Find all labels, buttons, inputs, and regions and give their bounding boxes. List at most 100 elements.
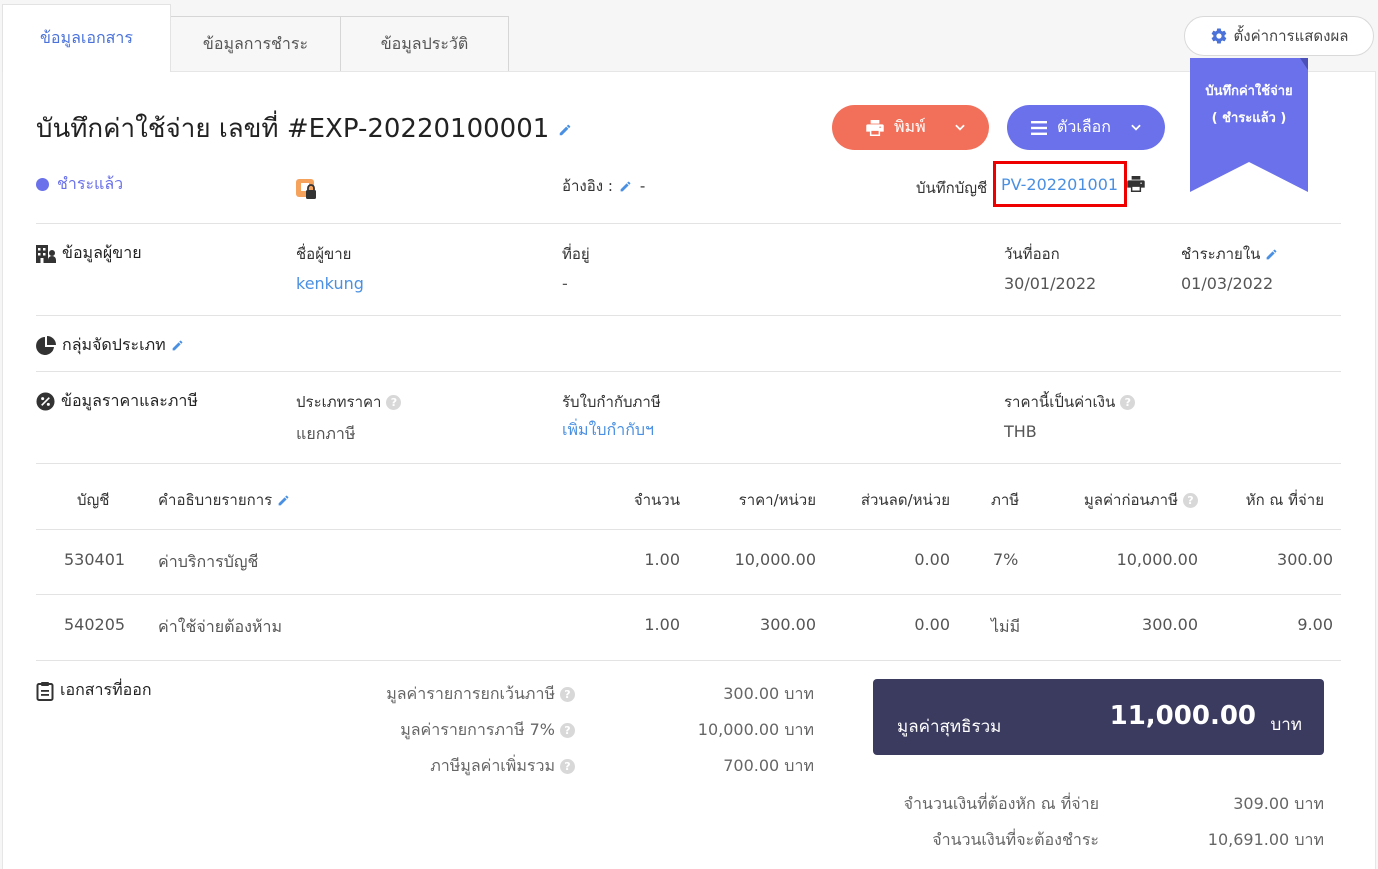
gear-icon — [1211, 28, 1226, 44]
edit-title-icon[interactable] — [558, 123, 572, 137]
col-quantity: จำนวน — [633, 491, 680, 509]
vendor-name-label: ชื่อผู้ขาย — [296, 245, 352, 263]
vendor-name-link[interactable]: kenkung — [296, 274, 364, 293]
edit-description-icon[interactable] — [277, 494, 290, 507]
divider — [36, 315, 1341, 316]
edit-category-icon[interactable] — [171, 339, 184, 352]
due-date-label: ชำระภายใน — [1181, 245, 1261, 263]
row1-unit-price: 10,000.00 — [734, 550, 816, 569]
row2-unit-price: 300.00 — [760, 615, 816, 634]
printer-icon — [866, 119, 884, 136]
tab-document-info[interactable]: ข้อมูลเอกสาร — [2, 4, 171, 72]
taxable-amount-field: มูลค่ารายการภาษี 7% ? — [400, 718, 575, 743]
status-dot-icon — [36, 178, 49, 191]
help-icon[interactable]: ? — [1183, 492, 1198, 508]
clipboard-icon — [36, 681, 54, 701]
taxable-amount-value: 10,000.00 บาท — [697, 720, 814, 739]
col-description: คำอธิบายรายการ — [158, 488, 290, 512]
pricing-section-title: ข้อมูลราคาและภาษี — [36, 389, 198, 414]
net-total-unit: บาท — [1270, 715, 1302, 735]
status-badge: ชำระแล้ว — [36, 172, 123, 197]
edit-reference-icon[interactable] — [619, 180, 632, 193]
print-button[interactable]: พิมพ์ — [832, 105, 989, 150]
reference-value: - — [639, 177, 646, 195]
due-date-field: ชำระภายใน — [1181, 242, 1278, 266]
help-icon[interactable]: ? — [560, 687, 575, 702]
col-pretax: มูลค่าก่อนภาษี ? — [1084, 488, 1198, 512]
col-pretax-label: มูลค่าก่อนภาษี — [1083, 491, 1178, 509]
net-total-box: มูลค่าสุทธิรวม 11,000.00 บาท — [873, 679, 1324, 755]
col-discount: ส่วนลด/หน่วย — [860, 491, 950, 509]
price-type-label: ประเภทราคา — [296, 393, 382, 411]
withholding-total-label: จำนวนเงินที่ต้องหัก ณ ที่จ่าย — [903, 794, 1099, 813]
display-settings-button[interactable]: ตั้งค่าการแสดงผล — [1184, 16, 1374, 56]
reference-field: อ้างอิง : - — [562, 174, 645, 198]
exempt-amount-field: มูลค่ารายการยกเว้นภาษี ? — [386, 682, 575, 707]
row1-quantity: 1.00 — [644, 550, 680, 569]
row2-discount: 0.00 — [914, 615, 950, 634]
divider — [36, 371, 1341, 372]
vat-total-value: 700.00 บาท — [723, 756, 814, 775]
edit-due-date-icon[interactable] — [1265, 248, 1278, 261]
row2-description: ค่าใช้จ่ายต้องห้าม — [158, 617, 282, 636]
issue-date-label: วันที่ออก — [1004, 245, 1060, 263]
divider — [36, 463, 1341, 464]
due-date-value: 01/03/2022 — [1181, 274, 1274, 293]
row1-pretax: 10,000.00 — [1116, 550, 1198, 569]
net-total-label: มูลค่าสุทธิรวม — [897, 717, 1002, 737]
net-total-value: 11,000.00 — [1109, 701, 1256, 731]
page-title: บันทึกค่าใช้จ่าย เลขที่ #EXP-20220100001 — [36, 114, 550, 144]
price-type-value: แยกภาษี — [296, 424, 356, 443]
col-account: บัญชี — [77, 491, 110, 509]
building-icon — [36, 244, 56, 263]
status-ribbon: บันทึกค่าใช้จ่าย ( ชำระแล้ว ) — [1190, 58, 1308, 192]
row2-pretax: 300.00 — [1142, 615, 1198, 634]
row2-tax: ไม่มี — [991, 617, 1021, 636]
category-section-title: กลุ่มจัดประเภท — [36, 333, 190, 358]
menu-icon — [1031, 120, 1047, 135]
tax-invoice-label: รับใบกำกับภาษี — [562, 393, 661, 411]
issued-docs-label: เอกสารที่ออก — [60, 680, 152, 699]
amount-payable-value: 10,691.00 บาท — [1207, 830, 1324, 849]
help-icon[interactable]: ? — [386, 394, 402, 410]
row1-description: ค่าบริการบัญชี — [158, 552, 259, 571]
col-tax: ภาษี — [991, 491, 1020, 509]
chevron-down-icon — [955, 124, 965, 131]
help-icon[interactable]: ? — [560, 723, 575, 738]
divider — [36, 223, 1341, 224]
row1-tax: 7% — [993, 550, 1019, 569]
address-value: - — [562, 274, 568, 293]
account-record-link[interactable]: PV-202201001 — [1001, 175, 1118, 194]
percent-badge-icon — [36, 392, 55, 411]
vat-total-field: ภาษีมูลค่าเพิ่มรวม ? — [430, 754, 575, 779]
currency-field: ราคานี้เป็นค่าเงิน ? — [1004, 390, 1136, 414]
chevron-down-icon — [1131, 124, 1141, 131]
help-icon[interactable]: ? — [1120, 394, 1136, 410]
row2-account: 540205 — [64, 615, 126, 634]
page-title-row: บันทึกค่าใช้จ่าย เลขที่ #EXP-20220100001 — [36, 108, 572, 149]
currency-value: THB — [1004, 422, 1037, 441]
issue-date-value: 30/01/2022 — [1004, 274, 1097, 293]
add-tax-invoice-link[interactable]: เพิ่มใบกำกับฯ — [562, 418, 654, 443]
print-voucher-icon[interactable] — [1127, 176, 1145, 196]
divider — [36, 660, 1341, 661]
taxable-amount-label: มูลค่ารายการภาษี 7% — [400, 720, 555, 739]
vendor-section-title: ข้อมูลผู้ขาย — [36, 241, 142, 266]
print-label: พิมพ์ — [894, 117, 926, 136]
locked-document-icon — [296, 177, 318, 205]
help-icon[interactable]: ? — [560, 759, 575, 774]
options-label: ตัวเลือก — [1057, 117, 1111, 136]
exempt-amount-label: มูลค่ารายการยกเว้นภาษี — [386, 684, 555, 703]
issued-docs-section-title: เอกสารที่ออก — [36, 678, 152, 703]
options-button[interactable]: ตัวเลือก — [1007, 105, 1165, 150]
address-label: ที่อยู่ — [562, 245, 590, 263]
tab-payment-info[interactable]: ข้อมูลการชำระ — [170, 16, 341, 72]
currency-label: ราคานี้เป็นค่าเงิน — [1004, 393, 1116, 411]
divider — [36, 594, 1341, 595]
pie-chart-icon — [36, 335, 56, 355]
col-unit-price: ราคา/หน่วย — [738, 491, 816, 509]
tab-history-info[interactable]: ข้อมูลประวัติ — [340, 16, 509, 72]
status-label: ชำระแล้ว — [57, 174, 124, 193]
amount-payable-label: จำนวนเงินที่จะต้องชำระ — [932, 830, 1099, 849]
ribbon-status: ( ชำระแล้ว ) — [1211, 111, 1287, 126]
